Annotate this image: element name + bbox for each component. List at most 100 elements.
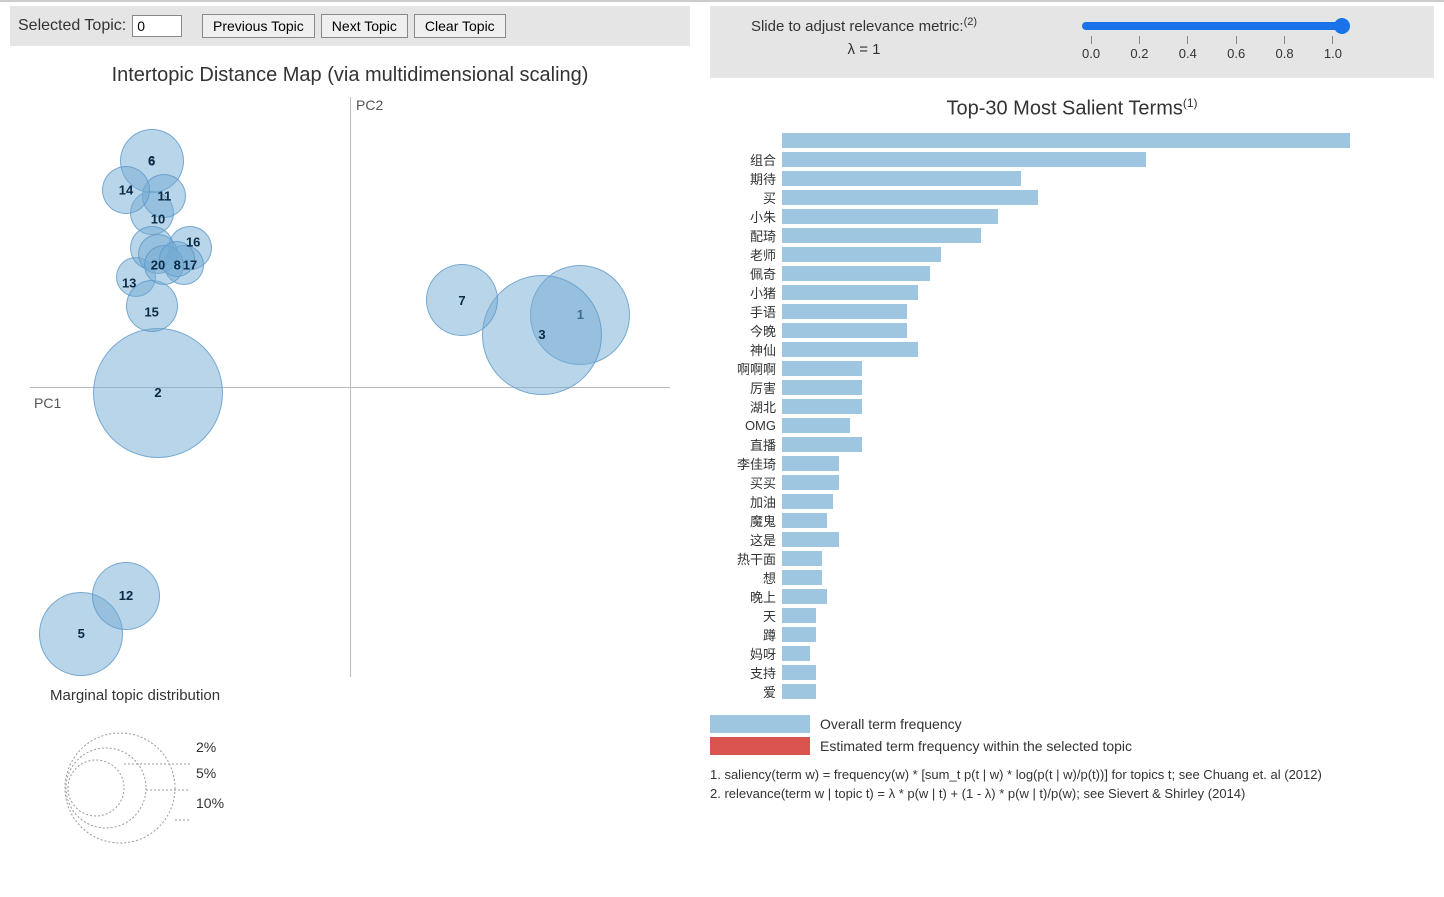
bar-term-label: 组合 (710, 150, 782, 169)
bar-row[interactable]: 蹲 (710, 625, 1350, 644)
bar-term-label: 配琦 (710, 226, 782, 245)
right-panel: Slide to adjust relevance metric:(2) λ =… (690, 6, 1434, 851)
mds-title: Intertopic Distance Map (via multidimens… (10, 64, 690, 87)
bar-row[interactable]: OMG (710, 416, 1350, 435)
bar-row[interactable]: 厉害 (710, 378, 1350, 397)
bar-row[interactable] (710, 131, 1350, 150)
bar-fill (782, 209, 998, 224)
bar-fill (782, 190, 1038, 205)
bar-row[interactable]: 晚上 (710, 587, 1350, 606)
bar-row[interactable]: 组合 (710, 150, 1350, 169)
lambda-slider-thumb[interactable] (1334, 18, 1350, 34)
bar-row[interactable]: 今晚 (710, 321, 1350, 340)
topic-bubble-2[interactable]: 2 (93, 328, 223, 458)
bar-row[interactable]: 李佳琦 (710, 454, 1350, 473)
bar-fill (782, 342, 918, 357)
clear-topic-button[interactable]: Clear Topic (414, 14, 506, 38)
left-panel: Selected Topic: Previous Topic Next Topi… (10, 6, 690, 851)
bar-row[interactable]: 直播 (710, 435, 1350, 454)
bar-term-label: 这是 (710, 530, 782, 549)
marginal-distribution-legend: Marginal topic distribution 2% 5% 10% (10, 687, 310, 851)
axis-pc2-label: PC2 (356, 97, 383, 113)
slider-tick: 0.8 (1276, 36, 1294, 61)
bar-row[interactable]: 神仙 (710, 340, 1350, 359)
bar-fill (782, 608, 816, 623)
slider-ticks: 0.00.20.40.60.81.0 (1082, 36, 1342, 61)
bar-row[interactable]: 魔鬼 (710, 511, 1350, 530)
salient-terms-title: Top-30 Most Salient Terms(1) (710, 96, 1434, 121)
bar-fill (782, 418, 850, 433)
selected-topic-label: Selected Topic: (18, 17, 126, 35)
lambda-slider[interactable] (1082, 22, 1342, 30)
bar-fill (782, 152, 1146, 167)
bar-term-label: 支持 (710, 663, 782, 682)
bar-fill (782, 532, 839, 547)
marginal-pct-2: 2% (196, 739, 216, 755)
marginal-title: Marginal topic distribution (10, 687, 310, 704)
slider-tick: 1.0 (1324, 36, 1342, 61)
bar-row[interactable]: 这是 (710, 530, 1350, 549)
bar-row[interactable]: 配琦 (710, 226, 1350, 245)
salient-terms-title-text: Top-30 Most Salient Terms (946, 98, 1182, 120)
topic-control-bar: Selected Topic: Previous Topic Next Topi… (10, 6, 690, 46)
selected-topic-input[interactable] (132, 15, 182, 37)
bar-row[interactable]: 啊啊啊 (710, 359, 1350, 378)
topic-bubble-8[interactable] (159, 241, 195, 277)
bar-term-label: 手语 (710, 302, 782, 321)
marginal-pct-5: 5% (196, 765, 216, 781)
bar-fill (782, 589, 827, 604)
axis-pc1-label: PC1 (34, 395, 61, 411)
bar-fill (782, 171, 1021, 186)
bar-row[interactable]: 小朱 (710, 207, 1350, 226)
axis-pc2-line (350, 97, 351, 677)
slider-tick: 0.2 (1130, 36, 1148, 61)
bar-term-label: 湖北 (710, 397, 782, 416)
bar-row[interactable]: 想 (710, 568, 1350, 587)
bar-row[interactable]: 买买 (710, 473, 1350, 492)
bar-fill (782, 304, 907, 319)
next-topic-button[interactable]: Next Topic (321, 14, 408, 38)
legend-overall-label: Overall term frequency (820, 716, 962, 732)
bar-term-label: 想 (710, 568, 782, 587)
bar-fill (782, 456, 839, 471)
bar-row[interactable]: 支持 (710, 663, 1350, 682)
bar-term-label: 蹲 (710, 625, 782, 644)
topic-bubble-15[interactable] (126, 280, 178, 332)
top-divider (0, 0, 1444, 2)
bar-fill (782, 475, 839, 490)
bar-term-label: 晚上 (710, 587, 782, 606)
bar-term-label: 期待 (710, 169, 782, 188)
legend-within-label: Estimated term frequency within the sele… (820, 738, 1132, 754)
bar-fill (782, 285, 918, 300)
bar-row[interactable]: 老师 (710, 245, 1350, 264)
topic-bubble-7[interactable]: 7 (426, 264, 498, 336)
legend-swatch-overall (710, 715, 810, 733)
slider-label-sup: (2) (964, 16, 977, 28)
bar-term-label: 老师 (710, 245, 782, 264)
previous-topic-button[interactable]: Previous Topic (202, 14, 315, 38)
bar-row[interactable]: 妈呀 (710, 644, 1350, 663)
bar-row[interactable]: 湖北 (710, 397, 1350, 416)
bar-row[interactable]: 手语 (710, 302, 1350, 321)
bar-row[interactable]: 佩奇 (710, 264, 1350, 283)
slider-tick: 0.4 (1179, 36, 1197, 61)
bar-term-label: 佩奇 (710, 264, 782, 283)
bar-fill (782, 513, 827, 528)
bar-row[interactable]: 期待 (710, 169, 1350, 188)
bar-term-label: OMG (710, 418, 782, 433)
bar-row[interactable]: 天 (710, 606, 1350, 625)
bar-term-label: 魔鬼 (710, 511, 782, 530)
slider-tick: 0.6 (1227, 36, 1245, 61)
topic-bubble-12[interactable]: 12 (92, 562, 160, 630)
bar-fill (782, 266, 930, 281)
bar-row[interactable]: 小猪 (710, 283, 1350, 302)
bar-row[interactable]: 加油 (710, 492, 1350, 511)
bar-fill (782, 570, 822, 585)
bar-row[interactable]: 爱 (710, 682, 1350, 701)
bar-row[interactable]: 买 (710, 188, 1350, 207)
bar-term-label: 李佳琦 (710, 454, 782, 473)
bar-row[interactable]: 热干面 (710, 549, 1350, 568)
topic-bubble-3[interactable]: 3 (482, 275, 602, 395)
salient-terms-bar-chart: 组合期待买小朱配琦老师佩奇小猪手语今晚神仙啊啊啊厉害湖北 OMG 直播李佳琦买买加油… (710, 131, 1350, 701)
topic-bubble-14[interactable] (102, 166, 150, 214)
